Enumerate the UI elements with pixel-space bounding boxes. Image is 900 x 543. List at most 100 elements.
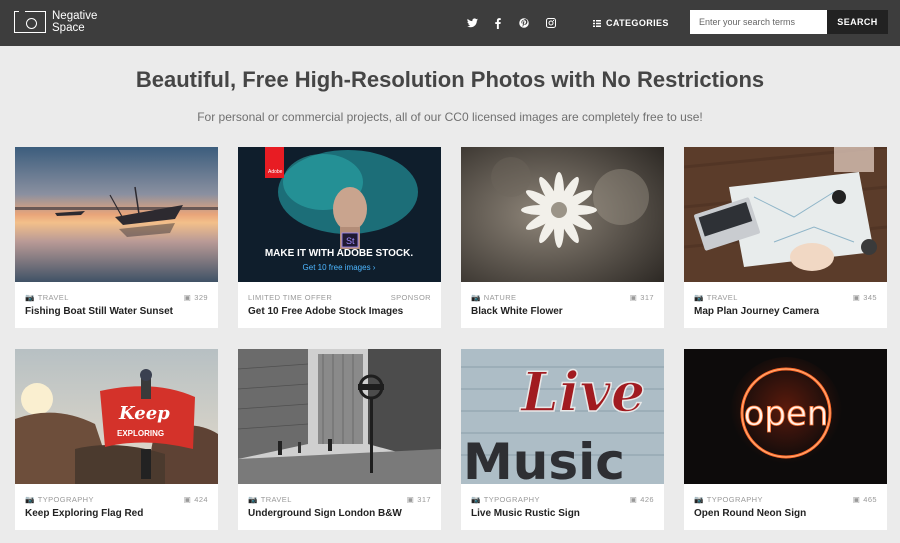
pinterest-icon[interactable] bbox=[516, 16, 532, 30]
search-button[interactable]: SEARCH bbox=[827, 10, 888, 34]
sign-text-music: Music bbox=[463, 433, 625, 484]
card-title[interactable]: Map Plan Journey Camera bbox=[694, 306, 819, 317]
sign-text-live: Live bbox=[519, 360, 645, 424]
card-meta: 📷 NATURE ▣ 317 bbox=[471, 293, 654, 303]
logo-text: Negative Space bbox=[52, 10, 112, 34]
card-title[interactable]: Get 10 Free Adobe Stock Images bbox=[248, 306, 403, 317]
card-title[interactable]: Live Music Rustic Sign bbox=[471, 508, 580, 519]
photo-card[interactable]: open 📷 TYPOGRAPHY ▣ 465 Open Round Neon Si… bbox=[684, 349, 887, 530]
image-icon: ▣ bbox=[406, 495, 415, 504]
category-label: LIMITED TIME OFFER bbox=[248, 293, 333, 302]
count-label: 317 bbox=[417, 495, 431, 504]
category-label: NATURE bbox=[483, 293, 517, 302]
count-label: 345 bbox=[863, 293, 877, 302]
ad-thumbnail[interactable]: St Adobe MAKE IT WITH ADOBE STOCK. Get 1… bbox=[238, 147, 441, 282]
flag-text-exploring: EXPLORING bbox=[117, 429, 164, 438]
flag-text-keep: Keep bbox=[118, 403, 170, 424]
card-meta: LIMITED TIME OFFER SPONSOR bbox=[248, 293, 431, 303]
categories-menu-button[interactable]: CATEGORIES bbox=[593, 16, 669, 30]
ad-cta-link[interactable]: Get 10 free images › bbox=[303, 263, 376, 272]
sponsored-card[interactable]: St Adobe MAKE IT WITH ADOBE STOCK. Get 1… bbox=[238, 147, 441, 328]
card-count: ▣ 329 bbox=[184, 293, 208, 302]
image-icon: ▣ bbox=[183, 293, 192, 302]
card-meta: 📷 TRAVEL ▣ 329 bbox=[25, 293, 208, 303]
photo-card[interactable]: 📷 NATURE ▣ 317 Black White Flower bbox=[461, 147, 664, 328]
photo-thumbnail[interactable]: Live Music bbox=[461, 349, 664, 484]
card-title[interactable]: Open Round Neon Sign bbox=[694, 508, 806, 519]
image-icon: ▣ bbox=[629, 495, 638, 504]
ad-headline: MAKE IT WITH ADOBE STOCK. bbox=[265, 248, 414, 259]
facebook-icon[interactable] bbox=[490, 16, 506, 30]
count-label: 424 bbox=[194, 495, 208, 504]
adobe-badge: Adobe bbox=[268, 169, 283, 175]
logo-line-2: Space bbox=[52, 22, 85, 34]
image-icon: ▣ bbox=[852, 495, 861, 504]
card-count: ▣ 317 bbox=[407, 495, 431, 504]
page-subtitle: For personal or commercial projects, all… bbox=[197, 110, 703, 124]
card-category: 📷 TYPOGRAPHY bbox=[694, 495, 763, 504]
card-title[interactable]: Black White Flower bbox=[471, 306, 563, 317]
card-category: 📷 TRAVEL bbox=[25, 293, 69, 302]
card-meta: 📷 TYPOGRAPHY ▣ 465 bbox=[694, 495, 877, 505]
stock-logo-mark: St bbox=[346, 236, 355, 246]
card-meta: 📷 TYPOGRAPHY ▣ 424 bbox=[25, 495, 208, 505]
image-icon: ▣ bbox=[183, 495, 192, 504]
card-title[interactable]: Fishing Boat Still Water Sunset bbox=[25, 306, 173, 317]
sponsor-label: SPONSOR bbox=[391, 293, 431, 302]
card-count: ▣ 424 bbox=[184, 495, 208, 504]
count-label: 317 bbox=[640, 293, 654, 302]
image-icon: ▣ bbox=[852, 293, 861, 302]
card-meta: 📷 TRAVEL ▣ 345 bbox=[694, 293, 877, 303]
camera-icon: 📷 bbox=[25, 293, 35, 302]
photo-thumbnail[interactable]: open bbox=[684, 349, 887, 484]
category-label: TYPOGRAPHY bbox=[483, 495, 540, 504]
neon-text-open: open bbox=[744, 394, 829, 434]
card-count: ▣ 345 bbox=[853, 293, 877, 302]
photo-thumbnail[interactable] bbox=[461, 147, 664, 282]
page-title: Beautiful, Free High-Resolution Photos w… bbox=[135, 67, 765, 92]
categories-label: CATEGORIES bbox=[606, 18, 669, 28]
top-navigation-bar: Negative Space CATEGORIES SEARCH bbox=[0, 0, 900, 46]
category-label: TYPOGRAPHY bbox=[706, 495, 763, 504]
card-category: 📷 NATURE bbox=[471, 293, 516, 302]
photo-thumbnail[interactable]: Keep EXPLORING bbox=[15, 349, 218, 484]
card-category: 📷 TRAVEL bbox=[694, 293, 738, 302]
card-title[interactable]: Underground Sign London B&W bbox=[248, 508, 402, 519]
camera-icon: 📷 bbox=[471, 293, 481, 302]
card-category: LIMITED TIME OFFER bbox=[248, 293, 332, 302]
photo-card[interactable]: 📷 TRAVEL ▣ 345 Map Plan Journey Camera bbox=[684, 147, 887, 328]
count-label: 465 bbox=[863, 495, 877, 504]
instagram-icon[interactable] bbox=[543, 16, 559, 30]
card-title[interactable]: Keep Exploring Flag Red bbox=[25, 508, 143, 519]
card-count: ▣ 465 bbox=[853, 495, 877, 504]
count-label: SPONSOR bbox=[390, 293, 431, 302]
camera-icon: 📷 bbox=[25, 495, 35, 504]
card-meta: 📷 TYPOGRAPHY ▣ 426 bbox=[471, 495, 654, 505]
category-label: TRAVEL bbox=[706, 293, 738, 302]
card-category: 📷 TYPOGRAPHY bbox=[471, 495, 540, 504]
photo-card[interactable]: 📷 TRAVEL ▣ 329 Fishing Boat Still Water Su… bbox=[15, 147, 218, 328]
camera-icon: 📷 bbox=[471, 495, 481, 504]
camera-icon: 📷 bbox=[248, 495, 258, 504]
category-label: TYPOGRAPHY bbox=[37, 495, 94, 504]
card-category: 📷 TYPOGRAPHY bbox=[25, 495, 94, 504]
twitter-icon[interactable] bbox=[464, 16, 480, 30]
count-label: 426 bbox=[640, 495, 654, 504]
camera-icon: 📷 bbox=[694, 293, 704, 302]
search-input[interactable] bbox=[690, 10, 827, 34]
photo-card[interactable]: Live Music 📷 TYPOGRAPHY ▣ 426 Live Music R… bbox=[461, 349, 664, 530]
count-label: 329 bbox=[194, 293, 208, 302]
category-label: TRAVEL bbox=[260, 495, 292, 504]
photo-card[interactable]: 📷 TRAVEL ▣ 317 Underground Sign London B&W bbox=[238, 349, 441, 530]
camera-icon: 📷 bbox=[694, 495, 704, 504]
category-label: TRAVEL bbox=[37, 293, 69, 302]
negative-space-logo[interactable]: Negative Space bbox=[14, 9, 104, 35]
photo-thumbnail[interactable] bbox=[684, 147, 887, 282]
list-icon bbox=[593, 19, 601, 27]
photo-thumbnail[interactable] bbox=[15, 147, 218, 282]
card-meta: 📷 TRAVEL ▣ 317 bbox=[248, 495, 431, 505]
card-count: ▣ 317 bbox=[630, 293, 654, 302]
photo-thumbnail[interactable] bbox=[238, 349, 441, 484]
photo-card[interactable]: Keep EXPLORING 📷 TYPOGRAPHY ▣ 424 Keep Exp… bbox=[15, 349, 218, 530]
card-category: 📷 TRAVEL bbox=[248, 495, 292, 504]
